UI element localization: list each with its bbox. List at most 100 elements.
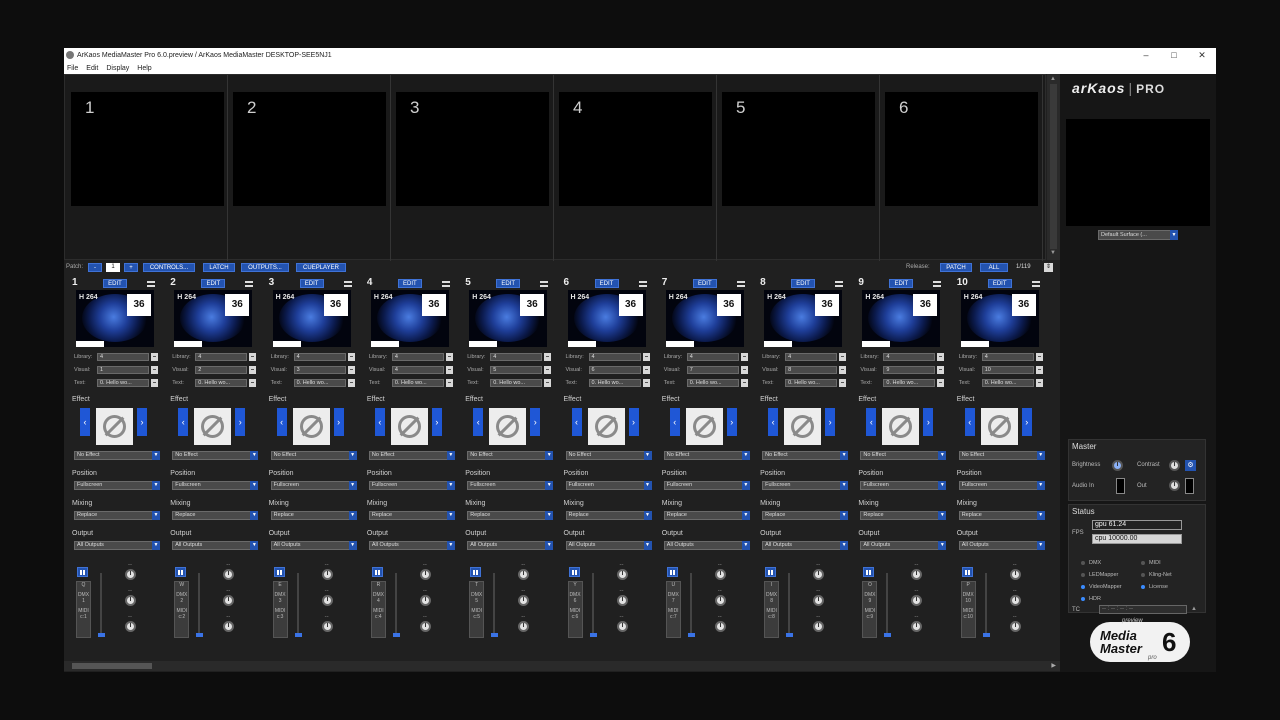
- param-knob-3[interactable]: [714, 621, 726, 632]
- param-knob-3[interactable]: [419, 621, 431, 632]
- text-spinner[interactable]: [937, 379, 945, 387]
- opacity-fader-handle[interactable]: [786, 633, 794, 637]
- layer-thumbnail[interactable]: H 264 36: [764, 290, 843, 347]
- opacity-fader-handle[interactable]: [982, 633, 990, 637]
- effect-dropdown[interactable]: No Effect ▼: [467, 451, 554, 460]
- visual-field[interactable]: 1: [97, 366, 149, 374]
- chevron-down-icon[interactable]: ▼: [741, 451, 750, 460]
- param-knob-1[interactable]: [518, 569, 530, 580]
- library-spinner[interactable]: [937, 353, 945, 361]
- layer-edit-button[interactable]: EDIT: [496, 279, 521, 288]
- chevron-down-icon[interactable]: ▼: [1036, 481, 1045, 490]
- output-dropdown[interactable]: All Outputs ▼: [270, 541, 357, 550]
- output-dropdown[interactable]: All Outputs ▼: [860, 541, 947, 550]
- effect-prev-button[interactable]: ‹: [374, 408, 385, 436]
- chevron-down-icon[interactable]: ▼: [545, 511, 554, 520]
- chevron-down-icon[interactable]: ▼: [938, 481, 947, 490]
- effect-prev-button[interactable]: ‹: [571, 408, 582, 436]
- position-dropdown[interactable]: Fullscreen ▼: [565, 481, 652, 490]
- effect-prev-button[interactable]: ‹: [276, 408, 287, 436]
- layer-thumbnail[interactable]: H 264 36: [370, 290, 449, 347]
- opacity-fader-track[interactable]: [788, 573, 791, 635]
- output-preview[interactable]: 1: [71, 92, 224, 206]
- effect-prev-button[interactable]: ‹: [866, 408, 877, 436]
- opacity-fader-handle[interactable]: [589, 633, 597, 637]
- visual-field[interactable]: 4: [391, 366, 444, 374]
- effect-dropdown[interactable]: No Effect ▼: [958, 451, 1045, 460]
- pause-icon[interactable]: [371, 567, 383, 577]
- chevron-down-icon[interactable]: ▼: [152, 481, 160, 490]
- hamburger-icon[interactable]: [245, 281, 254, 287]
- visual-spinner[interactable]: [937, 366, 945, 374]
- output-preview[interactable]: 4: [559, 92, 712, 206]
- chevron-down-icon[interactable]: ▼: [840, 541, 849, 550]
- pause-icon[interactable]: [666, 567, 678, 577]
- effect-slot[interactable]: [784, 408, 822, 445]
- param-knob-3[interactable]: [125, 621, 136, 632]
- chevron-down-icon[interactable]: ▼: [938, 541, 947, 550]
- param-knob-1[interactable]: [1009, 569, 1021, 580]
- chevron-down-icon[interactable]: ▼: [643, 511, 652, 520]
- library-field[interactable]: 4: [391, 353, 444, 361]
- mixing-dropdown[interactable]: Replace ▼: [74, 511, 160, 520]
- opacity-fader-handle[interactable]: [392, 633, 400, 637]
- chevron-down-icon[interactable]: ▼: [250, 451, 259, 460]
- param-knob-2[interactable]: [419, 595, 431, 606]
- hamburger-icon[interactable]: [343, 281, 352, 287]
- mixing-dropdown[interactable]: Replace ▼: [368, 511, 455, 520]
- pause-icon[interactable]: [273, 567, 285, 577]
- chevron-down-icon[interactable]: ▼: [840, 481, 849, 490]
- mixing-dropdown[interactable]: Replace ▼: [663, 511, 750, 520]
- visual-field[interactable]: 9: [883, 366, 936, 374]
- effect-slot[interactable]: [292, 408, 330, 445]
- chevron-down-icon[interactable]: ▼: [250, 541, 259, 550]
- text-field[interactable]: 0. Hello wo...: [981, 379, 1034, 387]
- param-knob-2[interactable]: [321, 595, 333, 606]
- layer-thumbnail[interactable]: H 264 36: [862, 290, 941, 347]
- release-all-button[interactable]: ALL: [980, 263, 1008, 272]
- library-field[interactable]: 4: [588, 353, 641, 361]
- opacity-fader-track[interactable]: [591, 573, 594, 635]
- text-field[interactable]: 0. Hello wo...: [883, 379, 936, 387]
- library-field[interactable]: 4: [785, 353, 838, 361]
- param-knob-1[interactable]: [321, 569, 333, 580]
- visual-field[interactable]: 5: [490, 366, 543, 374]
- library-spinner[interactable]: [347, 353, 355, 361]
- param-knob-3[interactable]: [911, 621, 923, 632]
- chevron-down-icon[interactable]: ▼: [446, 451, 455, 460]
- effect-next-button[interactable]: ›: [923, 408, 934, 436]
- hamburger-icon[interactable]: [1031, 281, 1040, 287]
- effect-next-button[interactable]: ›: [530, 408, 541, 436]
- param-knob-3[interactable]: [321, 621, 333, 632]
- param-knob-1[interactable]: [223, 569, 235, 580]
- layer-thumbnail[interactable]: H 264 36: [174, 290, 253, 347]
- chevron-down-icon[interactable]: ▼: [348, 481, 357, 490]
- hamburger-icon[interactable]: [638, 281, 647, 287]
- layer-edit-button[interactable]: EDIT: [791, 279, 816, 288]
- chevron-down-icon[interactable]: ▼: [152, 451, 160, 460]
- opacity-fader-handle[interactable]: [491, 633, 499, 637]
- visual-spinner[interactable]: [839, 366, 847, 374]
- param-knob-2[interactable]: [714, 595, 726, 606]
- mixing-dropdown[interactable]: Replace ▼: [860, 511, 947, 520]
- chevron-down-icon[interactable]: ▼: [741, 541, 750, 550]
- mixing-dropdown[interactable]: Replace ▼: [172, 511, 259, 520]
- mixing-dropdown[interactable]: Replace ▼: [762, 511, 849, 520]
- text-field[interactable]: 0. Hello wo...: [391, 379, 444, 387]
- preview-scrollbar[interactable]: ▲ ▼: [1047, 74, 1060, 260]
- chevron-down-icon[interactable]: ▼: [348, 511, 357, 520]
- visual-spinner[interactable]: [249, 366, 257, 374]
- visual-spinner[interactable]: [544, 366, 552, 374]
- position-dropdown[interactable]: Fullscreen ▼: [172, 481, 259, 490]
- mixing-dropdown[interactable]: Replace ▼: [270, 511, 357, 520]
- visual-field[interactable]: 3: [293, 366, 346, 374]
- chevron-down-icon[interactable]: ▼: [446, 511, 455, 520]
- layer-edit-button[interactable]: EDIT: [889, 279, 914, 288]
- param-knob-1[interactable]: [125, 569, 136, 580]
- effect-dropdown[interactable]: No Effect ▼: [368, 451, 455, 460]
- layer-thumbnail[interactable]: H 264 36: [469, 290, 548, 347]
- library-spinner[interactable]: [1035, 353, 1043, 361]
- chevron-down-icon[interactable]: ▼: [643, 541, 652, 550]
- scroll-down-icon[interactable]: ▼: [1050, 250, 1056, 256]
- layer-thumbnail[interactable]: H 264 36: [960, 290, 1039, 347]
